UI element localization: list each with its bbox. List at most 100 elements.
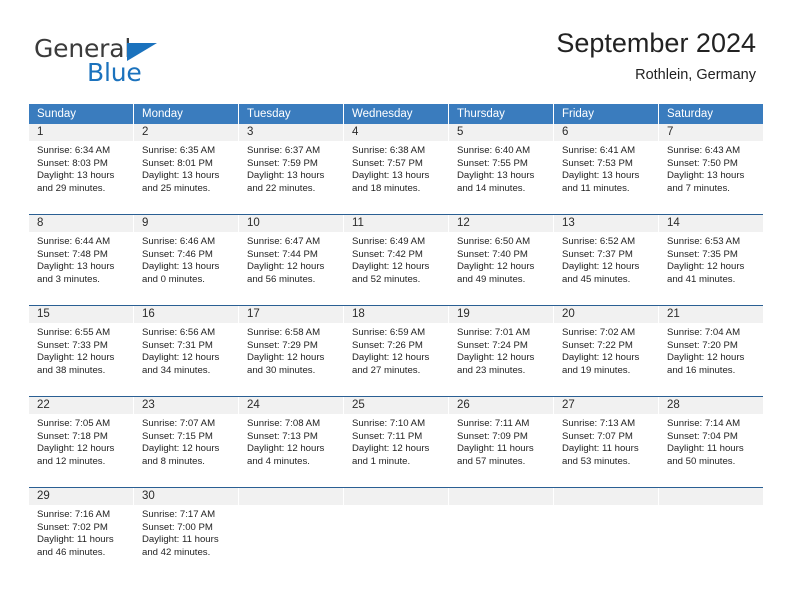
day-details: Sunrise: 6:59 AM Sunset: 7:26 PM Dayligh… [344, 323, 448, 377]
day-cell[interactable]: 23 Sunrise: 7:07 AM Sunset: 7:15 PM Dayl… [134, 397, 238, 481]
sunrise-text: Sunrise: 7:16 AM [37, 509, 111, 520]
sunrise-text: Sunrise: 7:11 AM [457, 418, 530, 429]
logo-text-blue: Blue [87, 58, 142, 87]
day-cell[interactable]: 11 Sunrise: 6:49 AM Sunset: 7:42 PM Dayl… [344, 215, 448, 299]
day-cell-empty [344, 488, 448, 572]
sunset-text: Sunset: 7:18 PM [37, 430, 108, 442]
daylight-text-line1: Daylight: 12 hours [352, 261, 430, 273]
daylight-text-line1: Daylight: 13 hours [247, 170, 325, 182]
day-cell[interactable]: 7 Sunrise: 6:43 AM Sunset: 7:50 PM Dayli… [659, 124, 763, 208]
day-details: Sunrise: 7:07 AM Sunset: 7:15 PM Dayligh… [134, 414, 238, 468]
day-cell[interactable]: 1 Sunrise: 6:34 AM Sunset: 8:03 PM Dayli… [29, 124, 133, 208]
day-cell[interactable]: 12 Sunrise: 6:50 AM Sunset: 7:40 PM Dayl… [449, 215, 553, 299]
day-cell[interactable]: 27 Sunrise: 7:13 AM Sunset: 7:07 PM Dayl… [554, 397, 658, 481]
sunrise-text: Sunrise: 6:40 AM [457, 145, 531, 156]
day-details: Sunrise: 6:47 AM Sunset: 7:44 PM Dayligh… [239, 232, 343, 286]
day-details: Sunrise: 7:05 AM Sunset: 7:18 PM Dayligh… [29, 414, 133, 468]
day-details: Sunrise: 6:55 AM Sunset: 7:33 PM Dayligh… [29, 323, 133, 377]
day-number: 2 [134, 124, 238, 141]
daylight-text-line2: and 57 minutes. [457, 455, 526, 467]
daylight-text-line1: Daylight: 12 hours [667, 352, 745, 364]
day-cell[interactable]: 6 Sunrise: 6:41 AM Sunset: 7:53 PM Dayli… [554, 124, 658, 208]
daylight-text-line1: Daylight: 11 hours [667, 443, 744, 455]
day-number: 25 [344, 397, 448, 414]
daylight-text-line1: Daylight: 12 hours [37, 352, 115, 364]
sunset-text: Sunset: 7:35 PM [667, 248, 738, 260]
day-cell[interactable]: 18 Sunrise: 6:59 AM Sunset: 7:26 PM Dayl… [344, 306, 448, 390]
day-cell[interactable]: 25 Sunrise: 7:10 AM Sunset: 7:11 PM Dayl… [344, 397, 448, 481]
day-cell[interactable]: 17 Sunrise: 6:58 AM Sunset: 7:29 PM Dayl… [239, 306, 343, 390]
sunset-text: Sunset: 7:02 PM [37, 521, 108, 533]
day-details: Sunrise: 6:41 AM Sunset: 7:53 PM Dayligh… [554, 141, 658, 195]
day-cell[interactable]: 4 Sunrise: 6:38 AM Sunset: 7:57 PM Dayli… [344, 124, 448, 208]
day-cell[interactable]: 20 Sunrise: 7:02 AM Sunset: 7:22 PM Dayl… [554, 306, 658, 390]
daylight-text-line1: Daylight: 13 hours [562, 170, 640, 182]
day-cell[interactable]: 3 Sunrise: 6:37 AM Sunset: 7:59 PM Dayli… [239, 124, 343, 208]
sunrise-text: Sunrise: 6:52 AM [562, 236, 636, 247]
day-number: 3 [239, 124, 343, 141]
sunrise-text: Sunrise: 6:35 AM [142, 145, 216, 156]
sunset-text: Sunset: 7:53 PM [562, 157, 633, 169]
day-cell-empty [659, 488, 763, 572]
daylight-text-line1: Daylight: 12 hours [562, 352, 640, 364]
day-cell[interactable]: 16 Sunrise: 6:56 AM Sunset: 7:31 PM Dayl… [134, 306, 238, 390]
day-cell[interactable]: 9 Sunrise: 6:46 AM Sunset: 7:46 PM Dayli… [134, 215, 238, 299]
day-cell[interactable]: 2 Sunrise: 6:35 AM Sunset: 8:01 PM Dayli… [134, 124, 238, 208]
sunrise-text: Sunrise: 6:59 AM [352, 327, 426, 338]
daylight-text-line1: Daylight: 13 hours [37, 170, 115, 182]
sunset-text: Sunset: 7:31 PM [142, 339, 213, 351]
day-number: 16 [134, 306, 238, 323]
daylight-text-line1: Daylight: 12 hours [667, 261, 745, 273]
day-number: 21 [659, 306, 763, 323]
sunrise-text: Sunrise: 6:44 AM [37, 236, 111, 247]
day-cell[interactable]: 14 Sunrise: 6:53 AM Sunset: 7:35 PM Dayl… [659, 215, 763, 299]
sunset-text: Sunset: 8:01 PM [142, 157, 213, 169]
sunrise-text: Sunrise: 7:04 AM [667, 327, 741, 338]
day-cell[interactable]: 30 Sunrise: 7:17 AM Sunset: 7:00 PM Dayl… [134, 488, 238, 572]
sunset-text: Sunset: 7:40 PM [457, 248, 528, 260]
day-cell[interactable]: 10 Sunrise: 6:47 AM Sunset: 7:44 PM Dayl… [239, 215, 343, 299]
day-details: Sunrise: 6:52 AM Sunset: 7:37 PM Dayligh… [554, 232, 658, 286]
daylight-text-line1: Daylight: 12 hours [457, 352, 535, 364]
day-details: Sunrise: 6:56 AM Sunset: 7:31 PM Dayligh… [134, 323, 238, 377]
daylight-text-line2: and 41 minutes. [667, 273, 736, 285]
day-cell[interactable]: 29 Sunrise: 7:16 AM Sunset: 7:02 PM Dayl… [29, 488, 133, 572]
general-blue-logo: General Blue [34, 34, 234, 90]
day-cell[interactable]: 22 Sunrise: 7:05 AM Sunset: 7:18 PM Dayl… [29, 397, 133, 481]
day-number: 13 [554, 215, 658, 232]
sunset-text: Sunset: 7:33 PM [37, 339, 108, 351]
daylight-text-line1: Daylight: 12 hours [142, 352, 220, 364]
day-details: Sunrise: 7:02 AM Sunset: 7:22 PM Dayligh… [554, 323, 658, 377]
day-details: Sunrise: 6:38 AM Sunset: 7:57 PM Dayligh… [344, 141, 448, 195]
day-number: 7 [659, 124, 763, 141]
day-cell[interactable]: 8 Sunrise: 6:44 AM Sunset: 7:48 PM Dayli… [29, 215, 133, 299]
day-cell[interactable]: 24 Sunrise: 7:08 AM Sunset: 7:13 PM Dayl… [239, 397, 343, 481]
sunrise-text: Sunrise: 6:46 AM [142, 236, 216, 247]
sunset-text: Sunset: 7:09 PM [457, 430, 528, 442]
day-cell[interactable]: 15 Sunrise: 6:55 AM Sunset: 7:33 PM Dayl… [29, 306, 133, 390]
daylight-text-line1: Daylight: 12 hours [247, 261, 325, 273]
day-details: Sunrise: 7:08 AM Sunset: 7:13 PM Dayligh… [239, 414, 343, 468]
sunset-text: Sunset: 7:20 PM [667, 339, 738, 351]
week-row: 15 Sunrise: 6:55 AM Sunset: 7:33 PM Dayl… [29, 305, 763, 390]
day-cell[interactable]: 21 Sunrise: 7:04 AM Sunset: 7:20 PM Dayl… [659, 306, 763, 390]
day-details: Sunrise: 6:53 AM Sunset: 7:35 PM Dayligh… [659, 232, 763, 286]
daylight-text-line2: and 12 minutes. [37, 455, 106, 467]
day-cell[interactable]: 13 Sunrise: 6:52 AM Sunset: 7:37 PM Dayl… [554, 215, 658, 299]
sunrise-text: Sunrise: 6:41 AM [562, 145, 636, 156]
day-number: 30 [134, 488, 238, 505]
day-number: 4 [344, 124, 448, 141]
day-details: Sunrise: 6:37 AM Sunset: 7:59 PM Dayligh… [239, 141, 343, 195]
day-cell[interactable]: 26 Sunrise: 7:11 AM Sunset: 7:09 PM Dayl… [449, 397, 553, 481]
day-number: 24 [239, 397, 343, 414]
day-cell[interactable]: 28 Sunrise: 7:14 AM Sunset: 7:04 PM Dayl… [659, 397, 763, 481]
day-cell[interactable]: 5 Sunrise: 6:40 AM Sunset: 7:55 PM Dayli… [449, 124, 553, 208]
daylight-text-line1: Daylight: 11 hours [562, 443, 639, 455]
daylight-text-line2: and 25 minutes. [142, 182, 211, 194]
day-cell[interactable]: 19 Sunrise: 7:01 AM Sunset: 7:24 PM Dayl… [449, 306, 553, 390]
sunset-text: Sunset: 7:00 PM [142, 521, 213, 533]
daylight-text-line1: Daylight: 12 hours [37, 443, 115, 455]
day-details: Sunrise: 6:50 AM Sunset: 7:40 PM Dayligh… [449, 232, 553, 286]
daylight-text-line2: and 11 minutes. [562, 182, 630, 194]
day-number: 26 [449, 397, 553, 414]
